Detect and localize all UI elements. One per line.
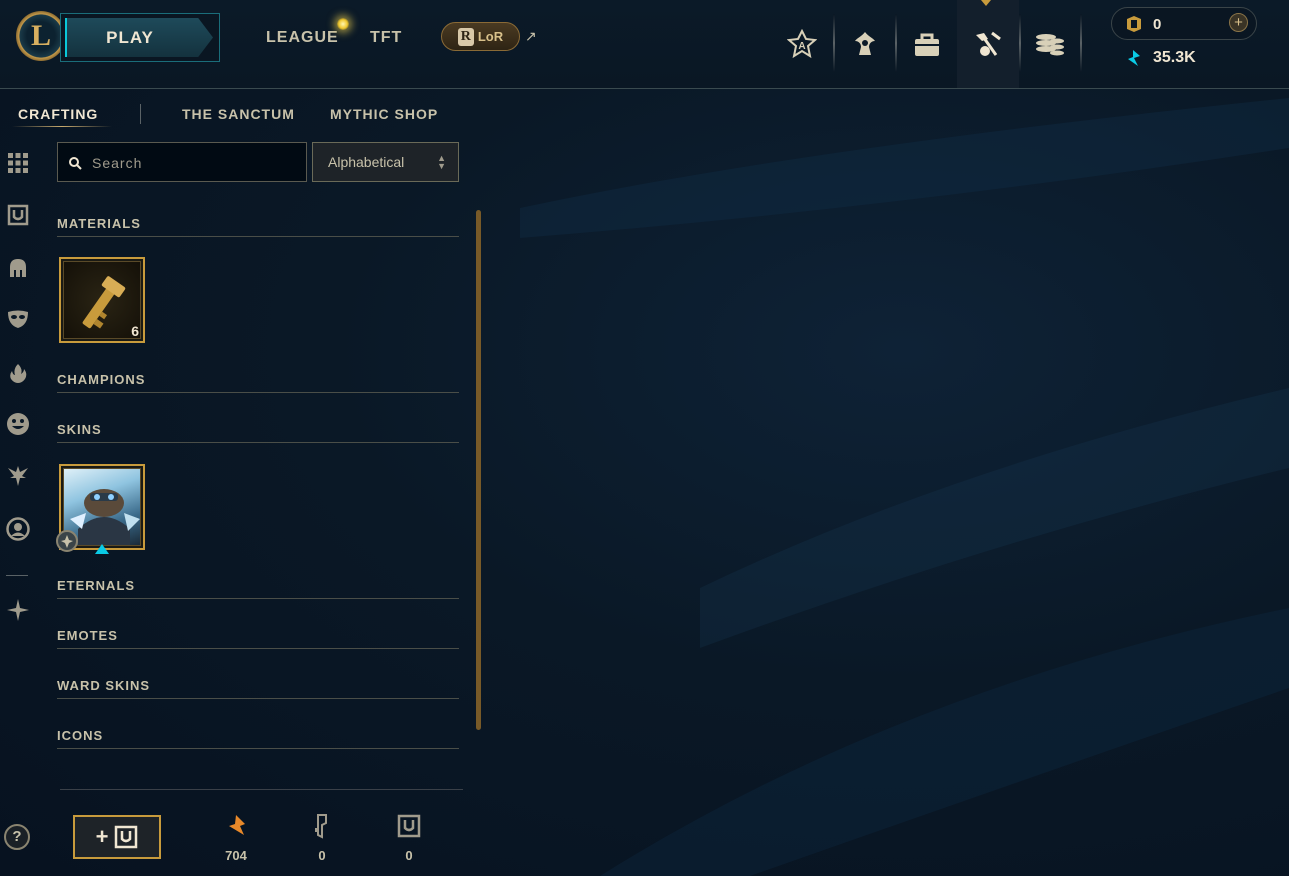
key-icon [315,814,327,839]
top-navigation-bar: L PLAY LEAGUE TFT R LoR ↗ A 0 + 35.3K [0,0,1289,89]
buy-rp-button[interactable]: + [1229,13,1248,32]
crafting-icon[interactable] [957,0,1019,88]
league-logo-icon[interactable]: L [16,11,66,61]
divider [1080,14,1082,72]
chest-icon [397,814,421,838]
chests-value: 0 [405,848,413,863]
keys-value: 0 [318,848,326,863]
orange-essence-value: 704 [225,848,247,863]
riot-points-icon [1127,16,1141,32]
external-link-icon: ↗ [525,28,537,44]
blue-essence-icon [1128,50,1140,66]
tab-mythic-shop[interactable]: MYTHIC SHOP [330,106,438,122]
tile-frame [63,261,141,339]
profile-icon[interactable] [4,515,32,543]
section-emotes[interactable]: EMOTES [57,628,459,649]
play-button-label: PLAY [65,18,213,57]
active-tab-underline [12,126,112,127]
chest-icon[interactable] [4,201,32,229]
help-button[interactable]: ? [4,824,30,850]
item-count: 6 [131,323,139,339]
section-title: EMOTES [57,628,118,643]
sort-selected-value: Alphabetical [328,154,405,170]
active-indicator-icon [981,0,991,6]
sort-dropdown[interactable]: Alphabetical ▲ ▼ [312,142,459,182]
chest-icon [115,825,138,849]
grid-icon[interactable] [4,149,32,177]
lor-logo-icon: R [457,27,474,46]
search-box [57,142,307,182]
challenges-icon[interactable]: A [771,0,833,88]
section-title: ETERNALS [57,578,136,593]
section-title: MATERIALS [57,216,141,231]
emote-icon[interactable] [4,410,32,438]
section-eternals[interactable]: ETERNALS [57,578,459,599]
section-icons[interactable]: ICONS [57,728,459,749]
dropdown-arrows-icon: ▲ ▼ [437,153,446,171]
skin-rarity-icon [56,530,78,552]
section-skins[interactable]: SKINS [57,422,459,443]
blue-essence-balance: 35.3K [1153,49,1196,66]
divider [6,575,28,576]
rp-balance: 0 [1153,16,1162,33]
add-label: + [95,824,109,849]
section-ward-skins[interactable]: WARD SKINS [57,678,459,699]
blue-essence-marker-icon [95,544,109,554]
orange-essence-counter: 704 [211,812,261,863]
section-materials[interactable]: MATERIALS [57,216,459,237]
search-icon [69,157,82,170]
section-title: CHAMPIONS [57,372,146,387]
section-champions[interactable]: CHAMPIONS [57,372,459,393]
play-button[interactable]: PLAY [60,13,220,62]
svg-text:A: A [798,41,805,52]
lor-button[interactable]: R LoR [441,22,520,51]
orange-essence-icon [229,815,245,835]
store-icon[interactable] [1019,0,1081,88]
chests-counter: 0 [384,812,434,863]
nav-tft[interactable]: TFT [370,29,402,47]
flame-icon[interactable] [4,359,32,387]
tab-the-sanctum[interactable]: THE SANCTUM [182,106,295,122]
lor-label: LoR [477,29,504,44]
keys-counter: 0 [297,812,347,863]
skin-shard[interactable] [56,464,145,554]
ward-icon[interactable] [4,462,32,490]
nav-league[interactable]: LEAGUE [266,29,339,47]
divider [140,104,141,124]
inventory-icon[interactable] [896,0,958,88]
tft-icon[interactable] [834,0,896,88]
helmet-icon[interactable] [4,254,32,282]
tab-crafting[interactable]: CRAFTING [18,106,98,122]
section-title: WARD SKINS [57,678,151,693]
search-input[interactable] [90,151,294,175]
add-chest-button[interactable]: + [73,815,161,859]
background-art [520,98,1289,876]
section-title: ICONS [57,728,104,743]
notification-glow-icon [337,18,349,30]
material-key-fragment[interactable]: 6 [59,257,145,343]
divider [60,789,463,790]
scrollbar[interactable] [476,210,481,730]
mask-icon[interactable] [4,305,32,333]
section-title: SKINS [57,422,102,437]
crest-icon[interactable] [4,596,32,624]
